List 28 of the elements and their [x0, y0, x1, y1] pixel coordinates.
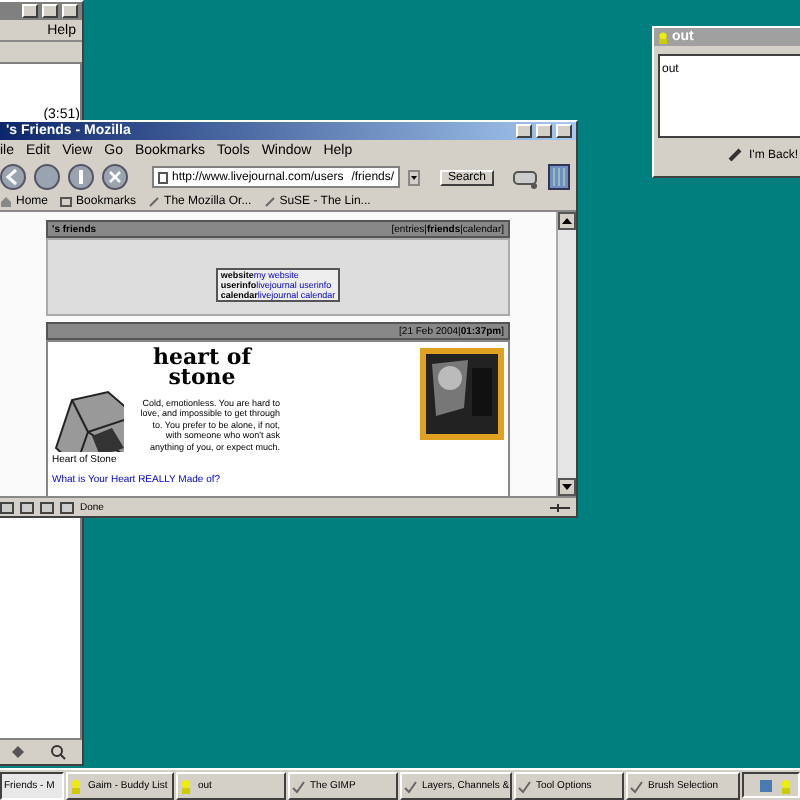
minimize-button[interactable] [22, 4, 38, 18]
connection-icon [550, 501, 570, 513]
close-button[interactable] [62, 4, 78, 18]
check-icon [630, 779, 644, 793]
close-button[interactable] [556, 124, 572, 138]
maximize-button[interactable] [536, 124, 552, 138]
back-icon[interactable] [0, 164, 26, 190]
forward-icon[interactable] [34, 164, 60, 190]
check-icon [518, 779, 532, 793]
quiz-title: heart of stone [151, 348, 254, 388]
rock-drawing [52, 388, 124, 452]
reload-icon[interactable] [68, 164, 94, 190]
check-icon [292, 779, 306, 793]
folder-icon [60, 196, 73, 208]
stop-icon[interactable] [102, 164, 128, 190]
network-icon[interactable] [758, 777, 774, 793]
check-icon [404, 779, 418, 793]
scrollbar[interactable] [556, 212, 576, 496]
minimize-button[interactable] [516, 124, 532, 138]
person-icon [658, 31, 668, 43]
scroll-up-icon[interactable] [558, 212, 576, 230]
throbber-icon [548, 164, 570, 190]
maximize-button[interactable] [42, 4, 58, 18]
scroll-down-icon[interactable] [558, 478, 576, 496]
dropdown-arrow-icon[interactable] [408, 169, 420, 185]
person-icon [70, 779, 84, 793]
person-icon [180, 779, 194, 793]
search-icon[interactable] [50, 744, 66, 760]
